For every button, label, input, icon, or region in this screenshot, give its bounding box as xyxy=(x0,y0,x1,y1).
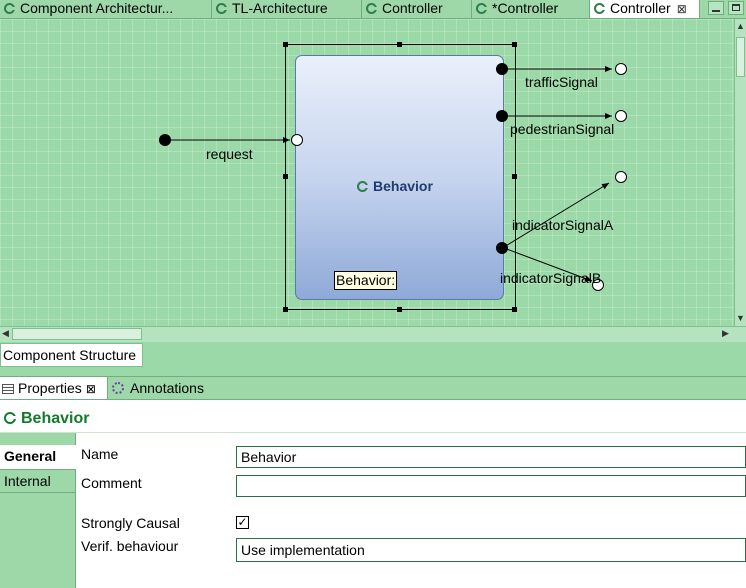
comment-label: Comment xyxy=(81,475,142,491)
resize-handle[interactable] xyxy=(397,42,402,47)
resize-handle[interactable] xyxy=(283,174,288,179)
vertical-scrollbar[interactable]: ▲ ▼ xyxy=(734,19,746,326)
tab-controller-dirty[interactable]: *Controller xyxy=(472,0,590,18)
properties-icon xyxy=(2,384,14,394)
title-divider xyxy=(0,432,746,433)
horizontal-scroll-thumb[interactable] xyxy=(12,328,142,340)
vertical-scroll-thumb[interactable] xyxy=(736,37,745,77)
component-icon xyxy=(594,3,605,14)
component-icon xyxy=(216,3,227,14)
tab-component-architecture[interactable]: Component Architectur... xyxy=(0,0,212,18)
properties-tab-bar: Properties ⊠ Annotations xyxy=(0,376,746,400)
indicator-signal-b-label: indicatorSignalB xyxy=(500,270,602,286)
component-icon xyxy=(4,412,16,424)
maximize-button[interactable] xyxy=(728,1,744,15)
name-label: Name xyxy=(81,446,119,462)
maximize-icon xyxy=(732,4,740,11)
pedestrian-signal-target-port[interactable] xyxy=(615,110,627,122)
traffic-signal-target-port[interactable] xyxy=(615,63,627,75)
tab-properties[interactable]: Properties ⊠ xyxy=(0,377,108,399)
tab-controller-1[interactable]: Controller xyxy=(362,0,472,18)
annotations-icon xyxy=(112,382,124,394)
resize-handle[interactable] xyxy=(512,174,517,179)
pedestrian-signal-label: pedestrianSignal xyxy=(510,121,615,137)
traffic-signal-label: trafficSignal xyxy=(525,74,598,90)
resize-handle[interactable] xyxy=(283,42,288,47)
component-icon xyxy=(476,3,487,14)
properties-side-tabs: General Internal xyxy=(0,433,76,588)
block-tooltip: Behavior: xyxy=(334,271,398,290)
tab-internal[interactable]: Internal xyxy=(0,469,76,493)
resize-handle[interactable] xyxy=(397,307,402,312)
diagram-canvas[interactable]: Behavior Behavior: request trafficSignal… xyxy=(0,19,734,326)
indicator-output-port[interactable] xyxy=(496,242,508,254)
verif-behaviour-select[interactable]: Use implementation xyxy=(236,538,746,562)
component-icon xyxy=(366,3,377,14)
scroll-left-icon[interactable]: ◀ xyxy=(2,328,9,339)
resize-handle[interactable] xyxy=(283,307,288,312)
tab-component-structure[interactable]: Component Structure xyxy=(0,343,143,367)
scroll-down-icon[interactable]: ▼ xyxy=(736,313,745,323)
scroll-up-icon[interactable]: ▲ xyxy=(736,21,745,31)
tab-controller-active[interactable]: Controller ⊠ xyxy=(590,0,700,18)
minimize-button[interactable] xyxy=(708,1,724,15)
component-icon xyxy=(357,181,368,192)
horizontal-scrollbar[interactable]: ◀ ▶ xyxy=(0,326,746,342)
editor-tab-bar: Component Architectur... TL-Architecture… xyxy=(0,0,746,19)
resize-handle[interactable] xyxy=(512,307,517,312)
tab-general[interactable]: General xyxy=(0,445,76,469)
strongly-causal-checkbox[interactable]: ✓ xyxy=(236,516,249,529)
pedestrian-signal-output-port[interactable] xyxy=(496,110,508,122)
connector-indicator-a[interactable] xyxy=(503,182,610,248)
block-title: Behavior xyxy=(357,178,433,194)
indicator-a-target-port[interactable] xyxy=(615,171,627,183)
traffic-signal-output-port[interactable] xyxy=(496,63,508,75)
selection-title: Behavior xyxy=(4,410,89,428)
request-label: request xyxy=(206,146,253,162)
tab-tl-architecture[interactable]: TL-Architecture xyxy=(212,0,362,18)
comment-field[interactable] xyxy=(236,475,746,497)
indicator-signal-a-label: indicatorSignalA xyxy=(512,217,614,233)
tab-annotations[interactable]: Annotations xyxy=(110,377,220,399)
close-icon[interactable]: ⊠ xyxy=(677,2,687,16)
scroll-right-icon[interactable]: ▶ xyxy=(722,328,729,339)
request-source-port[interactable] xyxy=(159,134,171,146)
close-icon[interactable]: ⊠ xyxy=(86,382,96,396)
resize-handle[interactable] xyxy=(512,42,517,47)
request-input-port[interactable] xyxy=(291,134,303,146)
name-field[interactable]: Behavior xyxy=(236,446,746,468)
component-icon xyxy=(4,3,15,14)
strongly-causal-label: Strongly Causal xyxy=(81,515,180,531)
verif-behaviour-label: Verif. behaviour xyxy=(81,538,179,554)
minimize-icon xyxy=(712,10,720,12)
